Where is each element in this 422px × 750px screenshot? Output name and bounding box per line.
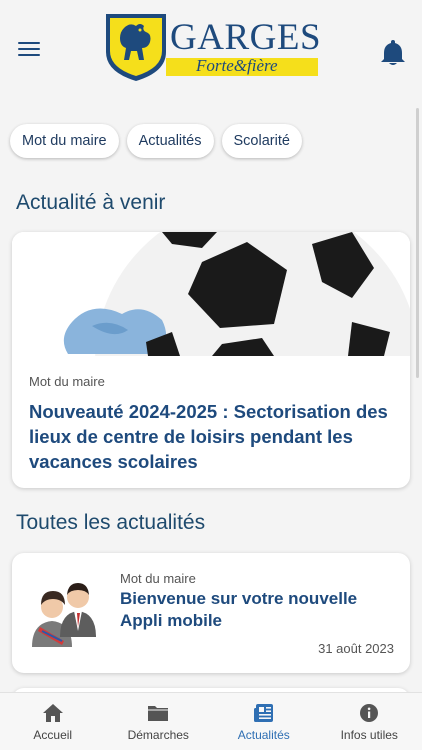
nav-infos-utiles[interactable]: Infos utiles (317, 693, 422, 750)
featured-card-title[interactable]: Nouveauté 2024-2025 : Sectorisation des … (29, 399, 399, 474)
chip-mot-du-maire[interactable]: Mot du maire (10, 124, 119, 158)
garges-logo[interactable]: GARGES Forte&fière (104, 12, 322, 84)
featured-card-category: Mot du maire (29, 374, 105, 389)
nav-accueil[interactable]: Accueil (0, 693, 106, 750)
nav-demarches-label: Démarches (127, 728, 189, 742)
logo-name: GARGES (170, 17, 322, 58)
nav-accueil-label: Accueil (33, 728, 73, 742)
news-card-date: 31 août 2023 (318, 641, 394, 656)
newspaper-icon (253, 704, 273, 722)
chip-scolarite[interactable]: Scolarité (221, 124, 302, 158)
soccer-ball-image (12, 232, 410, 356)
hamburger-menu-icon[interactable] (18, 42, 40, 60)
bottom-nav: Accueil Démarches Actualités Infos utile… (0, 692, 422, 750)
nav-infos-utiles-label: Infos utiles (340, 728, 398, 742)
info-icon (360, 704, 379, 722)
mayor-avatars-image (32, 583, 96, 647)
lion-shield-icon (106, 14, 166, 81)
nav-actualites-label: Actualités (237, 728, 290, 742)
category-chips: Mot du maire Actualités Scolarité (10, 124, 302, 158)
all-news-section-title: Toutes les actualités (16, 511, 206, 534)
chip-actualites[interactable]: Actualités (126, 124, 214, 158)
news-card-title[interactable]: Bienvenue sur votre nouvelle Appli mobil… (120, 588, 390, 632)
app-header: GARGES Forte&fière (0, 0, 422, 100)
upcoming-section-title: Actualité à venir (16, 191, 166, 214)
scrollbar[interactable] (416, 108, 419, 378)
logo-tagline: Forte&fière (196, 56, 278, 75)
bell-icon[interactable] (380, 38, 406, 66)
nav-actualites[interactable]: Actualités (211, 693, 317, 750)
news-card-category: Mot du maire (120, 571, 196, 586)
nav-demarches[interactable]: Démarches (106, 693, 212, 750)
home-icon (42, 704, 63, 722)
news-card[interactable]: Mot du maire Bienvenue sur votre nouvell… (12, 553, 410, 673)
featured-news-card[interactable]: Mot du maire Nouveauté 2024-2025 : Secto… (12, 232, 410, 488)
folder-icon (148, 706, 169, 721)
